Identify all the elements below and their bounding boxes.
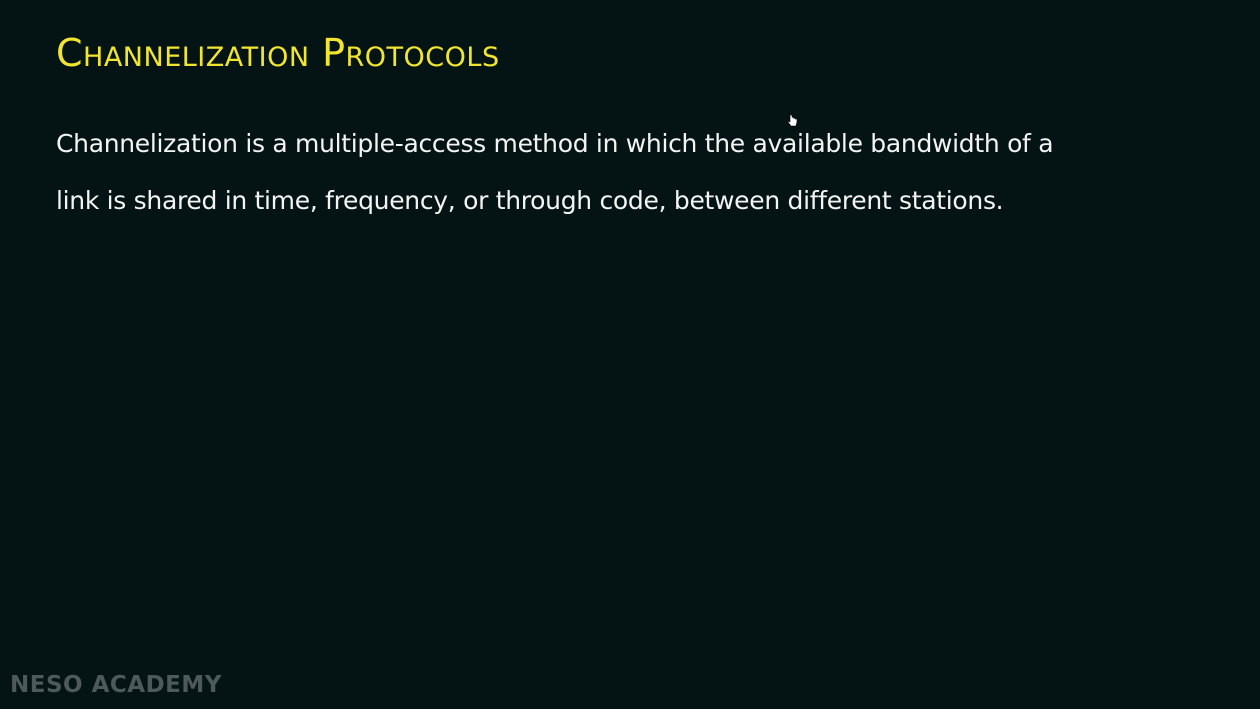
neso-academy-watermark: NESO ACADEMY [10, 672, 222, 698]
body-line-1: Channelization is a multiple-access meth… [56, 129, 1054, 158]
body-line-2: link is shared in time, frequency, or th… [56, 186, 1004, 215]
slide-body: Channelization is a multiple-access meth… [56, 115, 1216, 229]
hand-pointer-icon [787, 114, 798, 127]
slide-title: Channelization Protocols [56, 31, 500, 75]
slide: Channelization Protocols Channelization … [0, 0, 1260, 709]
